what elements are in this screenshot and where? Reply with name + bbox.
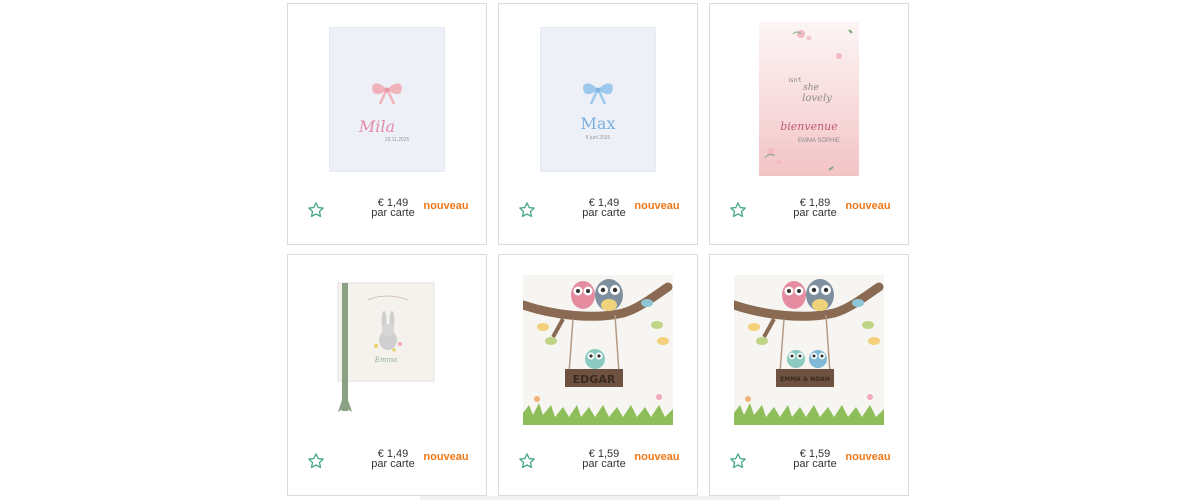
card-line3: lovely (802, 93, 832, 104)
card-date-text: 8 juni 2025 (586, 135, 611, 141)
divider (420, 496, 780, 500)
product-footer: € 1,49 par carte nouveau (288, 449, 486, 475)
new-badge: nouveau (423, 200, 469, 212)
card-name-text: Mila (358, 117, 395, 136)
favorite-star-icon[interactable] (729, 201, 747, 219)
product-footer: € 1,49 par carte nouveau (499, 198, 697, 224)
product-card[interactable]: isn't she lovely bienvenue EMMA SOPHIE €… (709, 3, 909, 245)
product-thumbnail[interactable]: Max 8 juni 2025 (499, 4, 697, 194)
new-badge: nouveau (634, 451, 680, 463)
favorite-star-icon[interactable] (307, 452, 325, 470)
card-image-bunny-ribbon: Emma (337, 282, 435, 412)
new-badge: nouveau (423, 451, 469, 463)
new-badge: nouveau (845, 200, 891, 212)
card-line1: isn't (789, 77, 802, 84)
product-card[interactable]: Mila 19.11.2025 € 1,49 par carte nouveau (287, 3, 487, 245)
product-card[interactable]: Emma € 1,49 par carte nouveau (287, 254, 487, 496)
card-name-text: EMMA & NOAH (780, 376, 830, 383)
product-footer: € 1,89 par carte nouveau (710, 198, 908, 224)
card-image-owls-swing-twins: EMMA & NOAH (734, 275, 884, 425)
product-footer: € 1,49 par carte nouveau (288, 198, 486, 224)
card-name-text: EDGAR (573, 373, 616, 386)
product-card[interactable]: EDGAR € 1,59 par carte nouveau (498, 254, 698, 496)
new-badge: nouveau (634, 200, 680, 212)
product-footer: € 1,59 par carte nouveau (710, 449, 908, 475)
card-name-text: EMMA SOPHIE (798, 138, 840, 144)
product-thumbnail[interactable]: isn't she lovely bienvenue EMMA SOPHIE (710, 4, 908, 194)
card-name-text: Max (581, 114, 616, 133)
product-thumbnail[interactable]: EMMA & NOAH (710, 255, 908, 445)
card-line2: she (803, 83, 819, 93)
new-badge: nouveau (845, 451, 891, 463)
card-welcome: bienvenue (780, 120, 838, 133)
product-card[interactable]: Max 8 juni 2025 € 1,49 par carte nouveau (498, 3, 698, 245)
favorite-star-icon[interactable] (518, 201, 536, 219)
card-name-text: Emma (374, 356, 398, 364)
product-card[interactable]: EMMA & NOAH € 1,59 par carte nouveau (709, 254, 909, 496)
product-thumbnail[interactable]: Emma (288, 255, 486, 445)
product-thumbnail[interactable]: Mila 19.11.2025 (288, 4, 486, 194)
card-image-pink-floral: isn't she lovely bienvenue EMMA SOPHIE (759, 22, 859, 176)
card-image-pink-bow: Mila 19.11.2025 (329, 26, 445, 172)
product-thumbnail[interactable]: EDGAR (499, 255, 697, 445)
favorite-star-icon[interactable] (518, 452, 536, 470)
favorite-star-icon[interactable] (307, 201, 325, 219)
card-date-text: 19.11.2025 (385, 137, 410, 143)
favorite-star-icon[interactable] (729, 452, 747, 470)
card-image-blue-bow: Max 8 juni 2025 (540, 26, 656, 172)
product-footer: € 1,59 par carte nouveau (499, 449, 697, 475)
card-image-owls-swing: EDGAR (523, 275, 673, 425)
